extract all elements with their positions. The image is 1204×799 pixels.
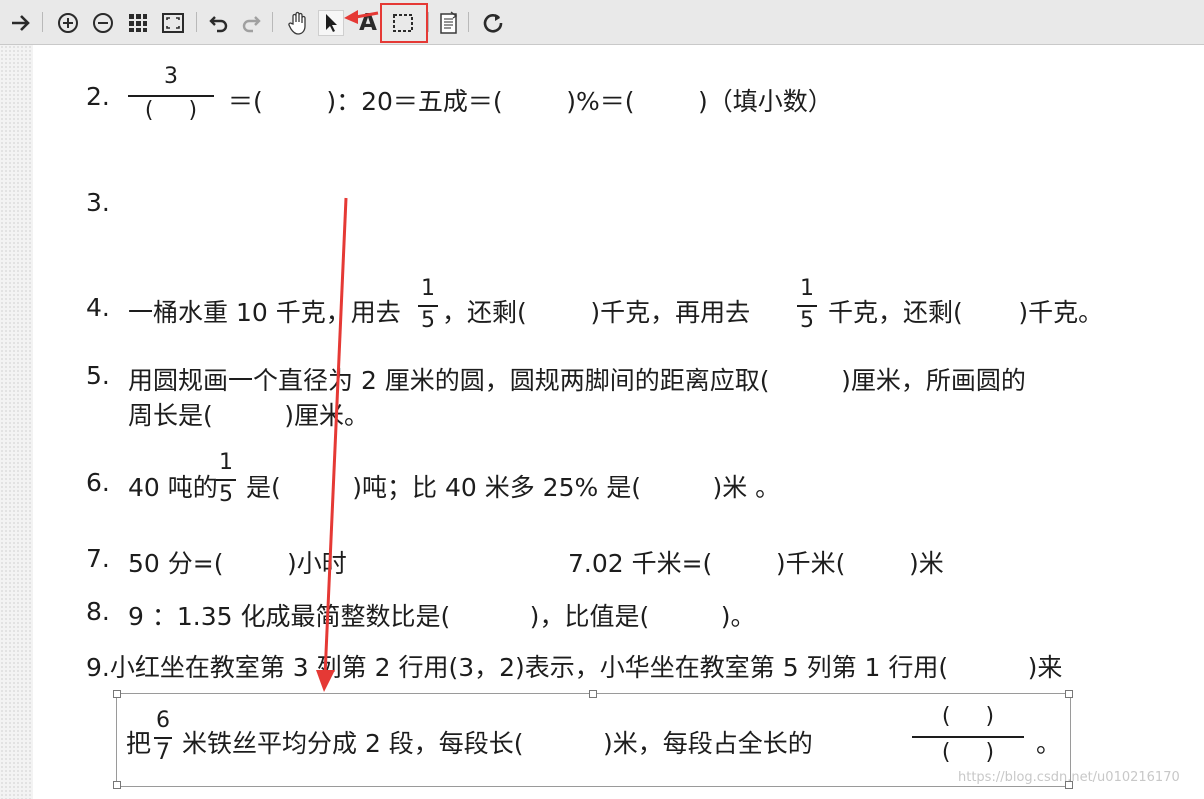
watermark: https://blog.csdn.net/u010216170: [958, 770, 1180, 785]
annotation-arrowhead-down: [316, 670, 335, 692]
annotation-arrowhead-left: [344, 10, 358, 24]
annotation-arrow-down: [323, 197, 348, 677]
annotation-arrow-left: [355, 11, 379, 19]
annotation-overlay: [316, 10, 379, 692]
